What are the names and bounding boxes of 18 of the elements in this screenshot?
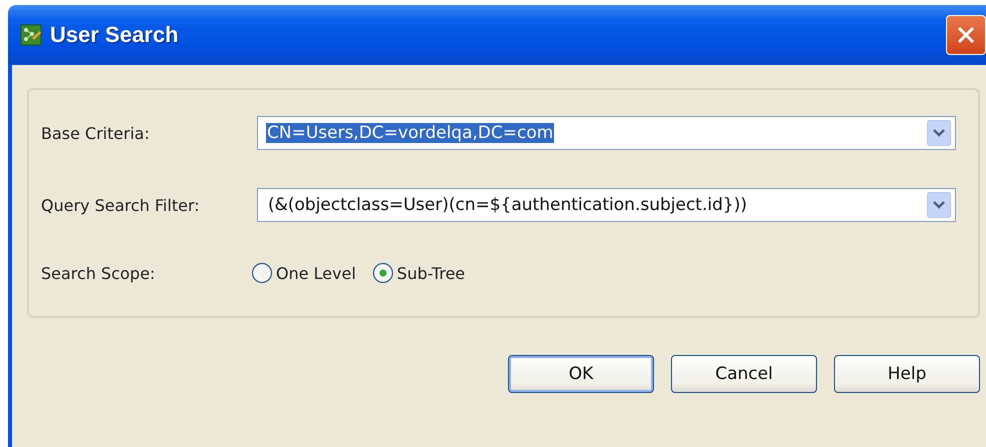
dialog-button[interactable]: Help: [834, 355, 980, 393]
dialog-button[interactable]: Cancel: [671, 355, 817, 393]
radio-button[interactable]: Sub-Tree: [372, 262, 465, 284]
radio-button[interactable]: One Level: [251, 262, 356, 284]
field-label: Query Search Filter:: [41, 196, 200, 214]
app-icon: [20, 24, 42, 46]
field-label: Base Criteria:: [41, 124, 151, 142]
field-value: (&(objectclass=User)(cn=${authentication.subject.id})): [268, 195, 748, 215]
combo-box[interactable]: (&(objectclass=User)(cn=${authentication.subject.id})): [257, 188, 956, 222]
dialog-button[interactable]: OK: [508, 355, 654, 393]
window-title: User Search: [50, 22, 178, 48]
field-value: CN=Users,DC=vordelqa,DC=com: [266, 123, 554, 143]
field-label: Search Scope:: [41, 264, 156, 282]
close-button[interactable]: [946, 15, 986, 55]
radio-circle-icon[interactable]: [251, 262, 273, 284]
close-icon[interactable]: [955, 24, 977, 46]
combo-box[interactable]: CN=Users,DC=vordelqa,DC=com: [257, 116, 956, 150]
radio-circle-icon[interactable]: [372, 262, 394, 284]
